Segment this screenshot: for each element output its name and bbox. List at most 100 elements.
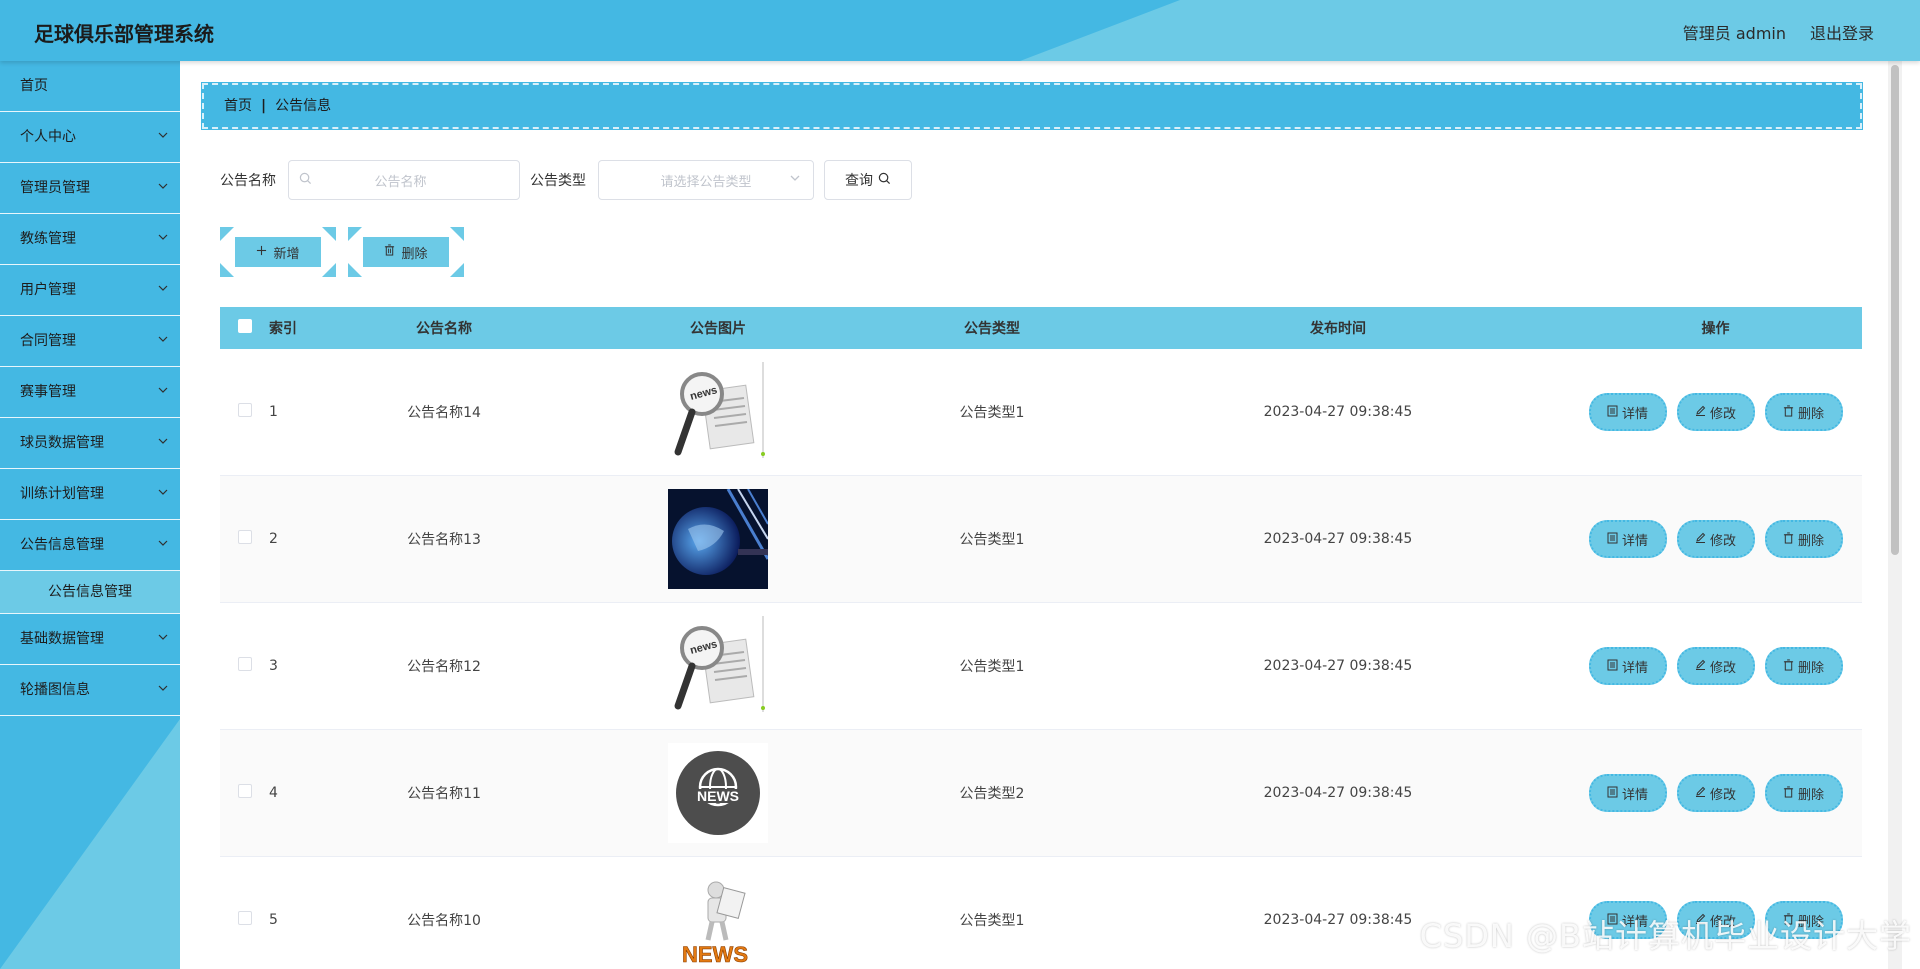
row-checkbox[interactable] — [238, 911, 252, 925]
sidebar-item[interactable]: 合同管理 — [0, 316, 180, 367]
detail-button-label: 详情 — [1621, 406, 1648, 422]
edit-button[interactable]: 修改 — [1676, 647, 1755, 685]
add-button[interactable]: 新增 — [220, 227, 336, 277]
sidebar-item-label: 管理员管理 — [20, 180, 90, 196]
detail-button-label: 详情 — [1621, 787, 1648, 803]
header-time: 发布时间 — [1310, 321, 1366, 337]
vertical-scrollbar[interactable] — [1888, 61, 1902, 969]
detail-button[interactable]: 详情 — [1588, 520, 1667, 558]
sidebar-item[interactable]: 教练管理 — [0, 214, 180, 265]
sidebar-item-label: 用户管理 — [20, 282, 76, 298]
sidebar-item[interactable]: 赛事管理 — [0, 367, 180, 418]
notice-thumbnail[interactable]: NEWS — [668, 870, 768, 969]
chevron-down-icon — [789, 172, 801, 187]
detail-button[interactable]: 详情 — [1588, 647, 1667, 685]
document-icon — [1607, 659, 1618, 674]
chevron-down-icon — [158, 163, 168, 213]
notice-thumbnail[interactable]: news — [668, 362, 768, 462]
delete-button[interactable]: 删除 — [1764, 774, 1843, 812]
edit-button-label: 修改 — [1709, 406, 1736, 422]
logout-link[interactable]: 退出登录 — [1810, 20, 1874, 44]
sidebar-item[interactable]: 球员数据管理 — [0, 418, 180, 469]
detail-button[interactable]: 详情 — [1588, 393, 1667, 431]
sidebar-item[interactable]: 首页 — [0, 61, 180, 112]
name-search-input[interactable]: 公告名称 — [288, 160, 520, 200]
detail-button-label: 详情 — [1621, 660, 1648, 676]
row-index: 1 — [269, 404, 278, 420]
row-time: 2023-04-27 09:38:45 — [1263, 785, 1413, 801]
trash-icon — [384, 244, 395, 260]
select-all-checkbox[interactable] — [238, 319, 252, 333]
action-toolbar: 新增 删除 — [220, 227, 476, 277]
delete-button[interactable]: 删除 — [1764, 647, 1843, 685]
batch-delete-button[interactable]: 删除 — [348, 227, 464, 277]
table-row: 3 公告名称12 news 公告类型1 2023-04-27 09:38:45 详情 修改 删… — [220, 603, 1862, 730]
row-index: 2 — [269, 531, 278, 547]
sidebar-item-label: 公告信息管理 — [48, 584, 132, 600]
search-icon — [878, 172, 891, 189]
batch-delete-button-label: 删除 — [401, 246, 428, 262]
sidebar-item-label: 教练管理 — [20, 231, 76, 247]
sidebar-item[interactable]: 个人中心 — [0, 112, 180, 163]
chevron-down-icon — [158, 469, 168, 519]
pencil-icon — [1695, 405, 1706, 419]
notice-thumbnail[interactable]: NEWS — [668, 743, 768, 843]
svg-text:NEWS: NEWS — [682, 942, 748, 967]
query-button[interactable]: 查询 — [824, 160, 912, 200]
notice-thumbnail[interactable]: news — [668, 616, 768, 716]
sidebar-item-label: 球员数据管理 — [20, 435, 104, 451]
sidebar-item[interactable]: 基础数据管理 — [0, 614, 180, 665]
row-type: 公告类型1 — [959, 532, 1025, 548]
breadcrumb-home[interactable]: 首页 — [224, 98, 252, 114]
sidebar-item[interactable]: 训练计划管理 — [0, 469, 180, 520]
chevron-down-icon — [158, 418, 168, 468]
watermark: CSDN @B站计算机毕业设计大学 — [1419, 917, 1912, 955]
query-button-label: 查询 — [845, 173, 873, 189]
notice-thumbnail[interactable] — [668, 489, 768, 589]
row-checkbox[interactable] — [238, 530, 252, 544]
chevron-down-icon — [158, 665, 168, 715]
edit-button[interactable]: 修改 — [1676, 520, 1755, 558]
delete-button[interactable]: 删除 — [1764, 393, 1843, 431]
edit-button[interactable]: 修改 — [1676, 774, 1755, 812]
type-select[interactable]: 请选择公告类型 — [598, 160, 814, 200]
row-checkbox[interactable] — [238, 784, 252, 798]
edit-button[interactable]: 修改 — [1676, 393, 1755, 431]
sidebar-item[interactable]: 管理员管理 — [0, 163, 180, 214]
row-type: 公告类型1 — [959, 913, 1025, 929]
chevron-down-icon — [158, 367, 168, 417]
sidebar-item[interactable]: 轮播图信息 — [0, 665, 180, 716]
row-index: 3 — [269, 658, 278, 674]
sidebar-item[interactable]: 用户管理 — [0, 265, 180, 316]
delete-button-label: 删除 — [1797, 787, 1824, 803]
header-type: 公告类型 — [964, 321, 1020, 337]
edit-button-label: 修改 — [1709, 787, 1736, 803]
table-row: 2 公告名称13 公告类型1 2023-04-27 09:38:45 详情 修改 删除 — [220, 476, 1862, 603]
plus-icon — [256, 245, 267, 260]
row-time: 2023-04-27 09:38:45 — [1263, 531, 1413, 547]
sidebar-subitem[interactable]: 公告信息管理 — [0, 571, 180, 614]
table-row: 4 公告名称11 NEWS 公告类型2 2023-04-27 09:38:45 详情 修改 删… — [220, 730, 1862, 857]
trash-icon — [1783, 658, 1794, 674]
delete-button-label: 删除 — [1797, 533, 1824, 549]
row-checkbox[interactable] — [238, 403, 252, 417]
row-checkbox[interactable] — [238, 657, 252, 671]
edit-button-label: 修改 — [1709, 533, 1736, 549]
row-name: 公告名称12 — [407, 659, 481, 675]
delete-button[interactable]: 删除 — [1764, 520, 1843, 558]
add-button-label: 新增 — [273, 246, 300, 262]
scrollbar-thumb[interactable] — [1891, 65, 1899, 555]
table-row: 1 公告名称14 news 公告类型1 2023-04-27 09:38:45 详情 修改 删… — [220, 349, 1862, 476]
breadcrumb-separator: | — [261, 98, 267, 114]
type-filter-label: 公告类型 — [530, 173, 586, 189]
chevron-down-icon — [158, 265, 168, 315]
chevron-down-icon — [158, 520, 168, 570]
row-name: 公告名称11 — [407, 786, 481, 802]
pencil-icon — [1695, 786, 1706, 800]
document-icon — [1607, 405, 1618, 420]
app-title: 足球俱乐部管理系统 — [34, 22, 214, 46]
row-name: 公告名称14 — [407, 405, 481, 421]
sidebar-item[interactable]: 公告信息管理 — [0, 520, 180, 571]
detail-button[interactable]: 详情 — [1588, 774, 1667, 812]
row-type: 公告类型1 — [959, 405, 1025, 421]
